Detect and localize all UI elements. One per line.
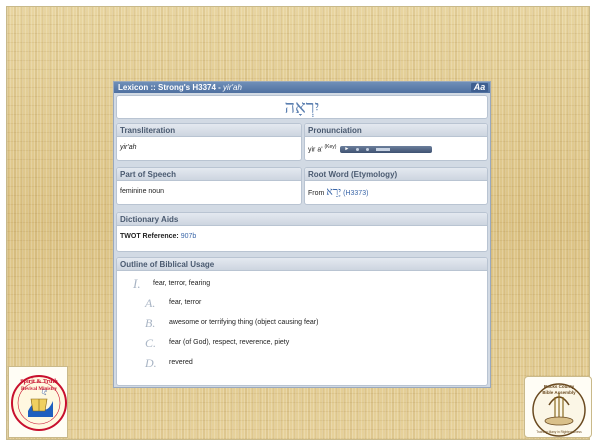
spirit-truth-logo-graphic: Spirit & Truth Revival Ministry — [11, 375, 67, 431]
outline-item-b: awesome or terrifying thing (object caus… — [169, 319, 319, 326]
left-logo-line1: Spirit & Truth — [20, 379, 58, 385]
outline-item-a: fear, terror — [169, 299, 202, 306]
left-logo-line2: Revival Ministry — [21, 387, 57, 392]
dictionary-aids-label: Dictionary Aids — [117, 213, 487, 226]
lexicon-title-word: yir'ah — [223, 83, 242, 92]
root-word-hebrew-link[interactable]: יָרֵא — [326, 185, 341, 198]
outline-item-c: fear (of God), respect, reverence, piety — [169, 339, 290, 346]
root-word-box: Root Word (Etymology) From יָרֵא (H3373) — [304, 167, 488, 205]
outline-marker-i: I. — [133, 276, 141, 291]
bucks-county-logo: Bucks County Bible Assembly Training Man… — [524, 376, 592, 438]
pronunciation-row: yir a' (Key) ► — [305, 137, 487, 154]
lexicon-title: Lexicon :: Strong's H3374 - — [118, 83, 224, 92]
transliteration-box: Transliteration yir'ah — [116, 123, 302, 161]
lexicon-title-bar: Lexicon :: Strong's H3374 - yir'ah Aa — [114, 82, 490, 93]
part-of-speech-value: feminine noun — [120, 188, 164, 195]
spirit-truth-logo: Spirit & Truth Revival Ministry — [8, 366, 68, 438]
outline-marker-b: B. — [145, 316, 156, 330]
part-of-speech-box: Part of Speech feminine noun — [116, 167, 302, 205]
pronunciation-label: Pronunciation — [305, 124, 487, 137]
right-logo-line2: Bible Assembly — [542, 390, 576, 395]
hebrew-headword: יִרְאָה — [116, 95, 488, 119]
right-logo-line1: Bucks County — [544, 384, 575, 389]
outline-item-d: revered — [169, 359, 193, 366]
lexicon-panel: Lexicon :: Strong's H3374 - yir'ah Aa יִ… — [113, 81, 491, 388]
part-of-speech-label: Part of Speech — [117, 168, 301, 181]
pronunciation-value: yir a' — [308, 146, 323, 154]
twot-link[interactable]: 907b — [181, 233, 197, 240]
dictionary-aids-box: Dictionary Aids TWOT Reference: 907b — [116, 212, 488, 252]
root-word-label: Root Word (Etymology) — [305, 168, 487, 181]
pronunciation-key-link[interactable]: (Key) — [325, 144, 337, 150]
audio-progress-dot — [356, 147, 360, 151]
root-word-ref-link[interactable]: (H3373) — [343, 190, 368, 197]
outline-marker-d: D. — [145, 356, 157, 370]
twot-row: TWOT Reference: 907b — [117, 226, 487, 241]
font-toggle-button[interactable]: Aa — [471, 83, 488, 92]
transliteration-value: yir'ah — [120, 144, 137, 151]
bucks-county-logo-graphic: Bucks County Bible Assembly Training Man… — [532, 383, 586, 437]
pronunciation-box: Pronunciation yir a' (Key) ► — [304, 123, 488, 161]
audio-progress-dot — [366, 147, 370, 151]
outline-label: Outline of Biblical Usage — [117, 258, 487, 271]
audio-player[interactable]: ► — [340, 145, 433, 153]
transliteration-label: Transliteration — [117, 124, 301, 137]
outline-marker-a: A. — [145, 296, 156, 310]
play-icon[interactable]: ► — [344, 146, 349, 152]
right-logo-line3: Training Many in Righteousness — [536, 430, 582, 434]
root-word-prefix: From — [308, 190, 327, 197]
outline-item-main: fear, terror, fearing — [153, 280, 211, 287]
outline-marker-c: C. — [145, 336, 157, 350]
twot-label: TWOT Reference: — [120, 233, 181, 240]
volume-slider[interactable] — [376, 147, 391, 151]
outline-box: Outline of Biblical Usage I. fear, terro… — [116, 257, 488, 386]
root-word-row: From יָרֵא (H3373) — [305, 181, 487, 198]
